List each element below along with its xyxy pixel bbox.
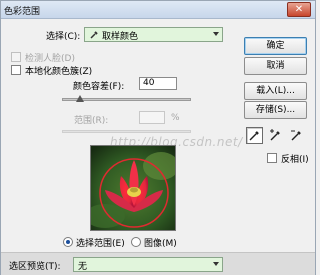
eyedropper-plus-icon — [270, 129, 280, 141]
eyedropper-tool[interactable] — [246, 127, 263, 144]
localized-clusters-label: 本地化颜色簇(Z) — [25, 67, 93, 77]
localized-clusters-checkbox[interactable] — [11, 65, 21, 75]
eyedropper-icon — [249, 131, 259, 141]
save-button[interactable]: 存储(S)... — [244, 101, 307, 119]
lotus-image — [91, 146, 175, 230]
chevron-down-icon — [213, 32, 219, 36]
eyedropper-minus-tool[interactable] — [288, 127, 305, 144]
range-slider-track[interactable] — [62, 130, 191, 133]
color-range-dialog: 色彩范围 ✕ 选择(C): 取样颜色 检测人脸(D) 本地化颜色簇(Z) 颜色容… — [0, 0, 316, 275]
select-value: 取样颜色 — [102, 32, 139, 42]
eyedropper-minus-icon — [291, 130, 301, 141]
title-bar: 色彩范围 ✕ — [1, 1, 315, 19]
chevron-down-icon — [213, 262, 219, 266]
selection-radio-label: 选择范围(E) — [76, 239, 125, 249]
select-label: 选择(C): — [46, 32, 81, 42]
selection-preview-dropdown[interactable]: 无 — [73, 257, 223, 272]
detect-faces-checkbox[interactable] — [11, 52, 21, 62]
eyedropper-plus-tool[interactable] — [267, 127, 284, 144]
range-label: 范围(R): — [74, 116, 109, 126]
selection-preview-value: 无 — [78, 262, 88, 272]
eyedropper-icon — [90, 31, 98, 39]
fuzziness-label: 颜色容差(F): — [73, 82, 125, 92]
invert-label: 反相(I) — [281, 155, 309, 165]
close-button[interactable]: ✕ — [287, 2, 311, 17]
cancel-button[interactable]: 取消 — [244, 57, 307, 75]
invert-checkbox[interactable] — [267, 153, 277, 163]
preview-image[interactable] — [90, 145, 176, 231]
selection-radio[interactable] — [63, 237, 73, 247]
selection-preview-label: 选区预览(T): — [9, 262, 61, 272]
image-radio-label: 图像(M) — [144, 239, 177, 249]
ok-button[interactable]: 确定 — [244, 37, 307, 55]
range-input[interactable] — [139, 111, 165, 124]
image-radio[interactable] — [131, 237, 141, 247]
window-title: 色彩范围 — [4, 7, 41, 17]
range-unit: % — [171, 113, 180, 123]
fuzziness-slider-thumb[interactable] — [76, 95, 84, 102]
bottom-bar: 选区预览(T): 无 — [1, 252, 315, 275]
detect-faces-label: 检测人脸(D) — [25, 54, 75, 64]
load-button[interactable]: 载入(L)... — [244, 82, 307, 100]
select-dropdown[interactable]: 取样颜色 — [84, 27, 223, 42]
fuzziness-input[interactable]: 40 — [139, 77, 177, 90]
